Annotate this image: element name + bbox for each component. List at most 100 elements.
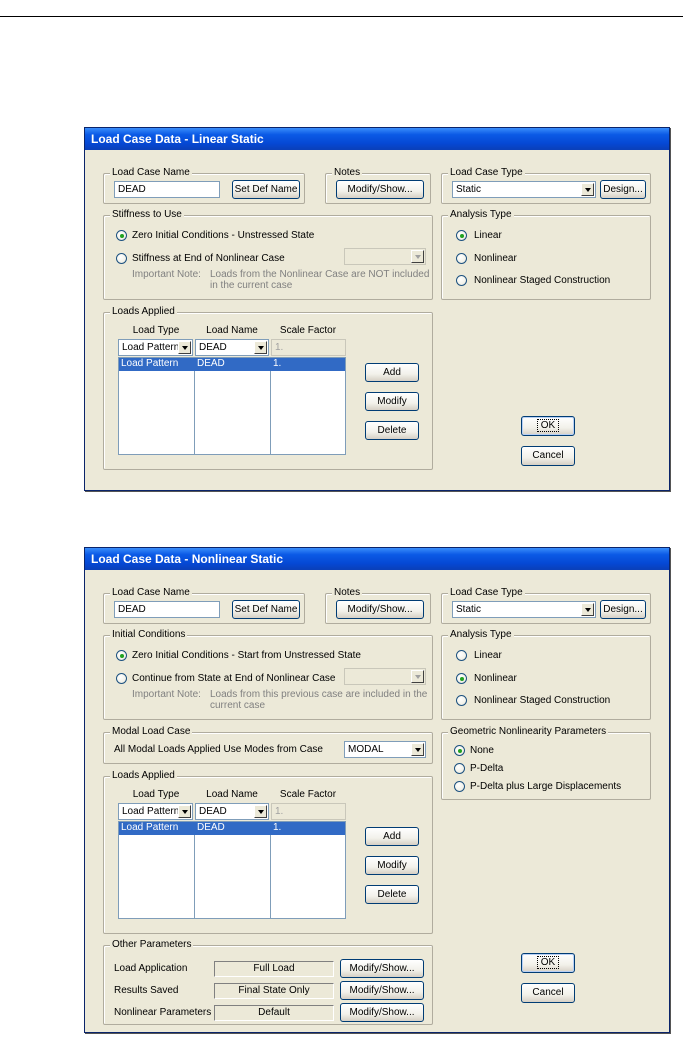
load-application-modify-show-button[interactable]: Modify/Show... — [340, 959, 424, 978]
cell-load-type: Load Pattern — [121, 358, 179, 369]
set-def-name-button[interactable]: Set Def Name — [232, 600, 300, 619]
load-name-column — [194, 357, 271, 455]
design-button[interactable]: Design... — [600, 600, 646, 619]
load-name-select[interactable]: DEAD — [195, 339, 269, 356]
nonlinear-case-select[interactable] — [344, 668, 426, 685]
add-button[interactable]: Add — [365, 827, 419, 846]
load-application-label: Load Application — [114, 963, 188, 974]
group-label: Load Case Type — [448, 167, 525, 179]
group-label: Load Case Name — [110, 587, 192, 599]
radio-p-delta-large-displacements[interactable] — [454, 781, 465, 792]
nonlinear-parameters-modify-show-button[interactable]: Modify/Show... — [340, 1003, 424, 1022]
chevron-down-icon[interactable] — [411, 670, 424, 683]
radio-zero-initial[interactable] — [116, 650, 127, 661]
button-label: Add — [383, 831, 401, 842]
dialog-title: Load Case Data - Linear Static — [85, 128, 669, 150]
design-button[interactable]: Design... — [600, 180, 646, 199]
chevron-down-icon[interactable] — [581, 603, 594, 616]
notes-modify-show-button[interactable]: Modify/Show... — [336, 180, 424, 199]
chevron-down-icon[interactable] — [411, 743, 424, 756]
column-header-load-name: Load Name — [206, 789, 258, 800]
ok-button[interactable]: OK — [521, 953, 575, 973]
load-type-select[interactable]: Load Pattern — [118, 803, 193, 820]
button-label: Cancel — [532, 450, 564, 461]
modify-button[interactable]: Modify — [365, 856, 419, 875]
radio-linear[interactable] — [456, 650, 467, 661]
radio-label: P-Delta — [470, 763, 504, 774]
radio-nonlinear[interactable] — [456, 253, 467, 264]
radio-continue-from-state[interactable] — [116, 673, 127, 684]
scale-factor-column — [270, 821, 346, 919]
load-name-column — [194, 821, 271, 919]
table-row[interactable]: Load Pattern DEAD 1. — [119, 358, 345, 371]
scale-factor-input[interactable]: 1. — [271, 803, 346, 820]
set-def-name-button[interactable]: Set Def Name — [232, 180, 300, 199]
chevron-down-icon[interactable] — [178, 341, 191, 354]
add-button[interactable]: Add — [365, 363, 419, 382]
button-label: Modify/Show... — [347, 604, 413, 615]
radio-none[interactable] — [454, 745, 465, 756]
radio-label: Nonlinear — [474, 673, 517, 684]
scale-factor-input[interactable]: 1. — [271, 339, 346, 356]
load-case-name-input[interactable]: DEAD — [114, 181, 220, 198]
radio-nonlinear-staged[interactable] — [456, 275, 467, 286]
button-label: Delete — [377, 425, 407, 436]
results-saved-value: Final State Only — [214, 983, 334, 999]
analysis-type-group: Analysis Type Linear Nonlinear Nonlinear… — [441, 209, 651, 300]
radio-label: P-Delta plus Large Displacements — [470, 781, 622, 792]
load-case-type-select[interactable]: Static — [452, 601, 596, 618]
button-label: Delete — [377, 889, 407, 900]
modify-button[interactable]: Modify — [365, 392, 419, 411]
cancel-button[interactable]: Cancel — [521, 446, 575, 466]
load-name-select[interactable]: DEAD — [195, 803, 269, 820]
cancel-button[interactable]: Cancel — [521, 983, 575, 1003]
select-value: Static — [456, 604, 482, 615]
load-case-type-group: Load Case Type Static Design... — [441, 587, 651, 624]
important-note-text: Loads from the Nonlinear Case are NOT in… — [210, 269, 430, 280]
group-label: Initial Conditions — [110, 629, 188, 641]
analysis-type-group: Analysis Type Linear Nonlinear Nonlinear… — [441, 629, 651, 720]
important-note-text: Loads from this previous case are includ… — [210, 689, 428, 700]
column-header-load-name: Load Name — [206, 325, 258, 336]
group-label: Loads Applied — [110, 770, 177, 782]
load-type-select[interactable]: Load Pattern — [118, 339, 193, 356]
chevron-down-icon[interactable] — [178, 805, 191, 818]
other-parameters-group: Other Parameters Load Application Full L… — [103, 939, 433, 1025]
important-note-text-2: in the current case — [210, 280, 293, 291]
button-label: Modify/Show... — [349, 1007, 415, 1018]
button-label: OK — [536, 419, 560, 432]
radio-nonlinear-staged[interactable] — [456, 695, 467, 706]
button-label: Set Def Name — [234, 604, 298, 615]
delete-button[interactable]: Delete — [365, 885, 419, 904]
column-header-scale-factor: Scale Factor — [279, 325, 337, 336]
chevron-down-icon[interactable] — [581, 183, 594, 196]
group-label: Notes — [332, 167, 363, 179]
radio-label: Nonlinear — [474, 253, 517, 264]
radio-nonlinear[interactable] — [456, 673, 467, 684]
load-case-type-group: Load Case Type Static Design... — [441, 167, 651, 204]
nonlinear-case-select[interactable] — [344, 248, 426, 265]
ok-button[interactable]: OK — [521, 416, 575, 436]
group-label: Analysis Type — [448, 629, 514, 641]
delete-button[interactable]: Delete — [365, 421, 419, 440]
radio-linear[interactable] — [456, 230, 467, 241]
chevron-down-icon[interactable] — [254, 805, 267, 818]
load-case-name-input[interactable]: DEAD — [114, 601, 220, 618]
radio-zero-initial[interactable] — [116, 230, 127, 241]
load-type-column — [118, 357, 195, 455]
geometric-nonlinearity-group: Geometric Nonlinearity Parameters None P… — [441, 726, 651, 800]
notes-group: Notes Modify/Show... — [325, 167, 431, 204]
table-row[interactable]: Load Pattern DEAD 1. — [119, 822, 345, 835]
chevron-down-icon[interactable] — [411, 250, 424, 263]
modal-case-select[interactable]: MODAL — [344, 741, 426, 758]
results-saved-modify-show-button[interactable]: Modify/Show... — [340, 981, 424, 1000]
chevron-down-icon[interactable] — [254, 341, 267, 354]
button-label: Set Def Name — [234, 184, 298, 195]
radio-stiffness-end-nonlinear[interactable] — [116, 253, 127, 264]
load-case-type-select[interactable]: Static — [452, 181, 596, 198]
notes-modify-show-button[interactable]: Modify/Show... — [336, 600, 424, 619]
notes-group: Notes Modify/Show... — [325, 587, 431, 624]
load-case-name-group: Load Case Name DEAD Set Def Name — [103, 167, 305, 204]
radio-p-delta[interactable] — [454, 763, 465, 774]
radio-label: Zero Initial Conditions - Unstressed Sta… — [132, 230, 315, 241]
